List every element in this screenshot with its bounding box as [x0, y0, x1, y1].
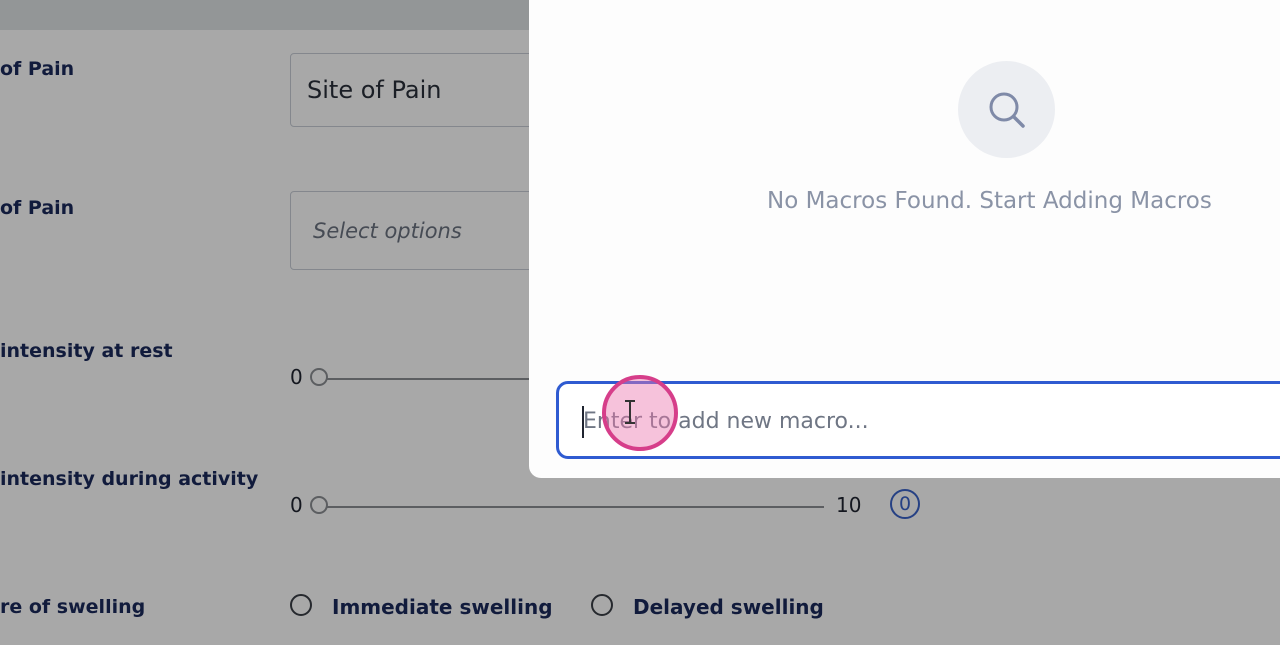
text-caret — [582, 406, 584, 438]
empty-state-badge — [958, 61, 1055, 158]
new-macro-input[interactable] — [581, 384, 1280, 458]
text-cursor-icon — [625, 400, 635, 424]
click-indicator — [602, 375, 678, 451]
search-icon — [989, 92, 1025, 128]
empty-state-message: No Macros Found. Start Adding Macros — [767, 188, 1212, 214]
